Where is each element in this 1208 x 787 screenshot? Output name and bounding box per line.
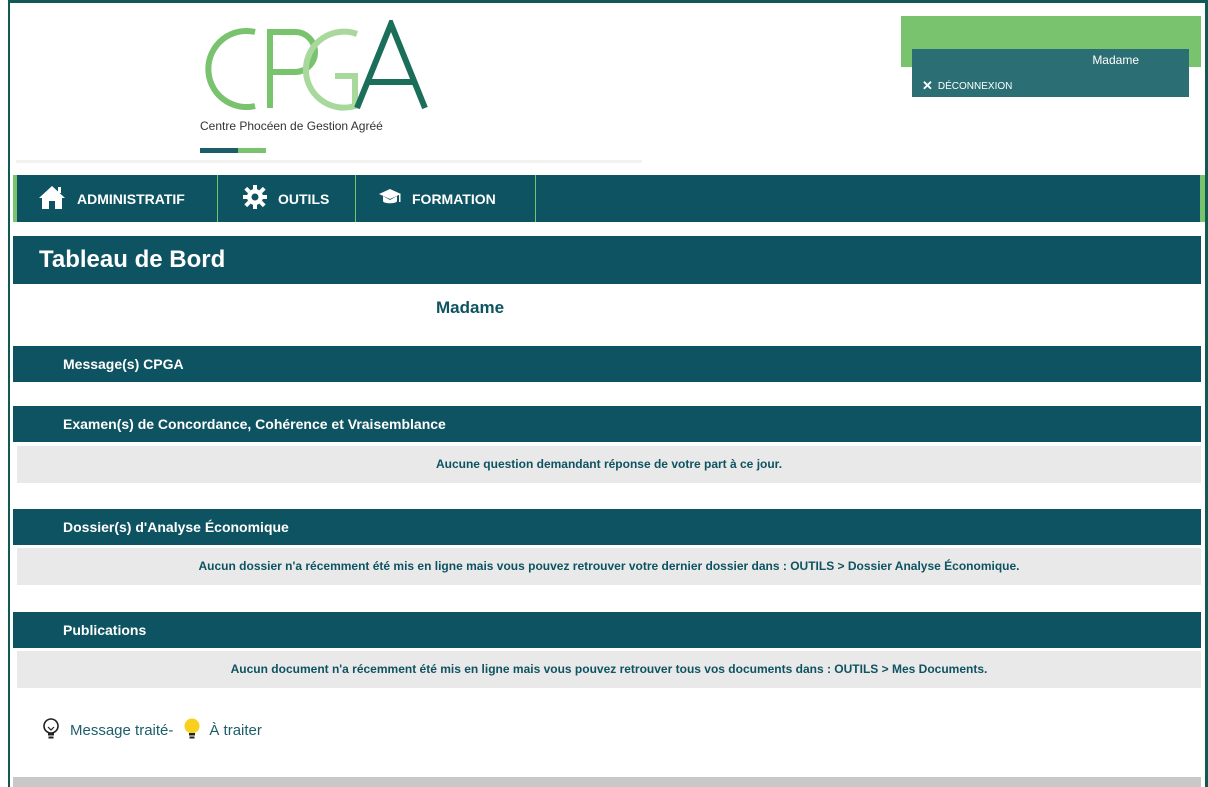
message-legend: Message traité- À traiter bbox=[42, 718, 262, 742]
section-body-publications: Aucun document n'a récemment été mis en … bbox=[17, 651, 1201, 688]
section-header-dossiers: Dossier(s) d'Analyse Économique bbox=[13, 509, 1201, 545]
user-name: Madame bbox=[1092, 53, 1139, 67]
nav-accent-right bbox=[1200, 175, 1205, 222]
nav-item-outils[interactable]: OUTILS bbox=[218, 175, 356, 222]
section-header-messages: Message(s) CPGA bbox=[13, 346, 1201, 382]
lightbulb-outline-icon bbox=[42, 718, 60, 742]
logo-subtitle: Centre Phocéen de Gestion Agréé bbox=[200, 119, 383, 133]
section-body-dossiers: Aucun dossier n'a récemment été mis en l… bbox=[17, 548, 1201, 585]
home-icon bbox=[37, 184, 67, 213]
nav-item-label: FORMATION bbox=[412, 190, 496, 207]
cpga-logo bbox=[195, 20, 445, 160]
graduation-cap-icon bbox=[378, 188, 402, 209]
nav-item-label: OUTILS bbox=[278, 190, 330, 207]
close-icon: ✕ bbox=[922, 78, 933, 93]
legend-treated-label: Message traité- bbox=[70, 721, 174, 739]
cpga-logo-mark bbox=[205, 20, 428, 111]
user-panel: Madame ✕ DÉCONNEXION bbox=[912, 49, 1189, 97]
lightbulb-yellow-icon bbox=[183, 718, 201, 742]
logo-underline bbox=[200, 148, 266, 153]
legend-pending-label: À traiter bbox=[209, 721, 262, 739]
gear-icon bbox=[242, 184, 268, 213]
page-title: Tableau de Bord bbox=[13, 236, 1201, 284]
user-greeting: Madame bbox=[436, 298, 505, 317]
footer-bar bbox=[13, 777, 1201, 787]
nav-item-administratif[interactable]: ADMINISTRATIF bbox=[17, 175, 218, 222]
logout-link[interactable]: ✕ DÉCONNEXION bbox=[922, 78, 1012, 94]
nav-item-formation[interactable]: FORMATION bbox=[356, 175, 536, 222]
section-body-examens: Aucune question demandant réponse de vot… bbox=[17, 446, 1201, 483]
window-border-top bbox=[10, 0, 1208, 3]
header-divider bbox=[16, 160, 642, 163]
section-header-publications: Publications bbox=[13, 612, 1201, 648]
logout-label: DÉCONNEXION bbox=[937, 80, 1013, 92]
nav-item-label: ADMINISTRATIF bbox=[77, 190, 185, 207]
window-border-left bbox=[0, 0, 10, 787]
section-header-examens: Examen(s) de Concordance, Cohérence et V… bbox=[13, 406, 1201, 442]
